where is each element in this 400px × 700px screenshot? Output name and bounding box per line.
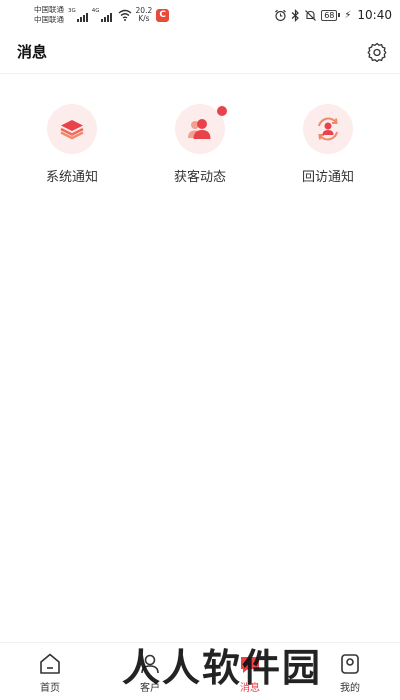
mute-bell-icon (305, 9, 317, 21)
customer-icon (141, 654, 159, 674)
nav-label: 客户 (140, 683, 160, 694)
charging-icon: ⚡ (344, 9, 352, 21)
gear-icon (367, 42, 387, 62)
nav-label: 我的 (340, 683, 360, 694)
users-icon (188, 119, 211, 139)
carrier-2: 中国联通 (34, 15, 64, 24)
status-bar: 中国联通 中国联通 3G 4G 20.2 K/s C 68 ⚡ 10:40 (0, 0, 400, 30)
bluetooth-icon (291, 8, 300, 22)
category-label: 系统通知 (45, 170, 98, 185)
layers-icon (60, 120, 84, 140)
nav-customers[interactable]: 客户 (100, 643, 200, 700)
status-right: 68 ⚡ 10:40 (274, 8, 392, 22)
alarm-icon (275, 9, 287, 21)
battery-icon: 68 (321, 9, 341, 21)
home-icon (40, 653, 60, 674)
signal-2: 4G (92, 8, 112, 22)
category-icon-wrap (175, 104, 227, 154)
category-system-notice[interactable]: 系统通知 (17, 100, 127, 185)
category-label: 获客动态 (173, 170, 226, 185)
nav-profile[interactable]: 我的 (300, 643, 400, 700)
page-title: 消息 (17, 43, 48, 61)
unread-badge (217, 106, 227, 116)
header: 消息 (0, 30, 400, 74)
network-type-2: 4G (91, 8, 100, 14)
signal-1: 3G (68, 8, 88, 22)
profile-icon (341, 654, 359, 674)
category-icon-wrap (47, 104, 97, 154)
user-refresh-icon (318, 117, 338, 141)
network-speed: 20.2 K/s (136, 7, 153, 23)
message-categories: 系统通知 获客动态 回访通知 (0, 100, 400, 185)
carrier-names: 中国联通 中国联通 (34, 5, 64, 25)
nav-label: 首页 (40, 683, 60, 694)
speed-unit: K/s (138, 14, 150, 23)
category-label: 回访通知 (301, 170, 354, 185)
clock: 10:40 (357, 8, 392, 22)
battery-level: 68 (321, 9, 338, 21)
wifi-icon (118, 9, 131, 21)
message-icon (241, 657, 259, 673)
signal-bars-icon (100, 13, 112, 22)
nav-home[interactable]: 首页 (0, 643, 100, 700)
network-type-1: 3G (68, 8, 76, 14)
category-follow-up-notice[interactable]: 回访通知 (273, 100, 383, 185)
category-icon-wrap (303, 104, 353, 154)
settings-button[interactable] (366, 41, 388, 63)
nav-messages[interactable]: 消息 (200, 643, 300, 700)
signal-bars-icon (76, 13, 88, 22)
bottom-nav: 首页 客户 消息 我的 (0, 642, 400, 700)
nav-label: 消息 (240, 683, 260, 694)
app-notification-icon: C (156, 8, 170, 22)
carrier-1: 中国联通 (34, 5, 64, 14)
category-customer-activity[interactable]: 获客动态 (145, 100, 255, 185)
